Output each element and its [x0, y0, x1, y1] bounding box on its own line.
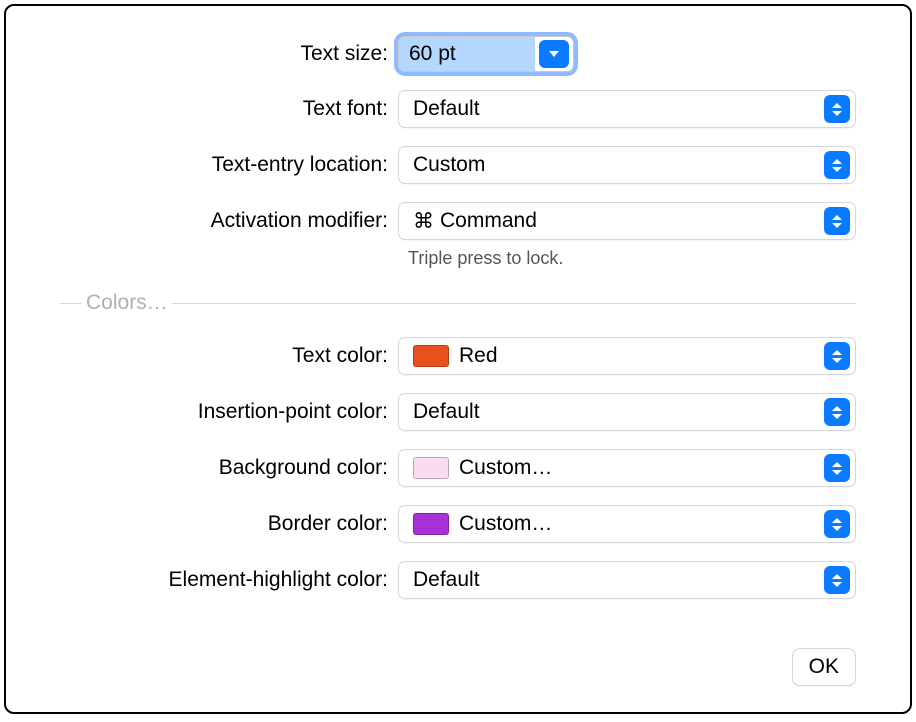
row-activation-modifier: Activation modifier: ⌘ Command — [60, 202, 856, 240]
element-highlight-color-popup[interactable]: Default — [398, 561, 856, 599]
command-icon: ⌘ — [413, 209, 434, 234]
text-color-value: Red — [459, 344, 855, 368]
colors-section-title: Colors… — [82, 291, 172, 315]
row-border-color: Border color: Custom… — [60, 505, 856, 543]
row-text-font: Text font: Default — [60, 90, 856, 128]
text-font-popup[interactable]: Default — [398, 90, 856, 128]
updown-icon — [824, 566, 850, 594]
label-text-entry-location: Text-entry location: — [60, 153, 398, 177]
updown-icon — [824, 510, 850, 538]
background-color-popup[interactable]: Custom… — [398, 449, 856, 487]
insertion-point-color-popup[interactable]: Default — [398, 393, 856, 431]
row-insertion-point-color: Insertion-point color: Default — [60, 393, 856, 431]
updown-icon — [824, 454, 850, 482]
background-color-value: Custom… — [459, 456, 855, 480]
updown-icon — [824, 95, 850, 123]
row-text-size: Text size: 60 pt — [60, 36, 856, 72]
label-text-size: Text size: — [60, 42, 398, 66]
label-text-font: Text font: — [60, 97, 398, 121]
chevron-down-icon — [549, 51, 559, 57]
label-background-color: Background color: — [60, 456, 398, 480]
text-entry-location-value: Custom — [413, 153, 855, 177]
border-color-value: Custom… — [459, 512, 855, 536]
label-insertion-point-color: Insertion-point color: — [60, 400, 398, 424]
border-color-popup[interactable]: Custom… — [398, 505, 856, 543]
updown-icon — [824, 207, 850, 235]
updown-icon — [824, 398, 850, 426]
text-size-value[interactable]: 60 pt — [399, 37, 535, 71]
text-color-popup[interactable]: Red — [398, 337, 856, 375]
activation-modifier-popup[interactable]: ⌘ Command — [398, 202, 856, 240]
activation-modifier-value: Command — [440, 209, 855, 233]
label-element-highlight-color: Element-highlight color: — [60, 568, 398, 592]
label-border-color: Border color: — [60, 512, 398, 536]
text-size-dropdown-button[interactable] — [539, 40, 569, 68]
label-text-color: Text color: — [60, 344, 398, 368]
text-size-combo[interactable]: 60 pt — [398, 36, 574, 72]
row-background-color: Background color: Custom… — [60, 449, 856, 487]
row-text-color: Text color: Red — [60, 337, 856, 375]
colors-section-header: Colors… — [60, 291, 856, 315]
insertion-point-color-value: Default — [413, 400, 855, 424]
row-element-highlight-color: Element-highlight color: Default — [60, 561, 856, 599]
text-color-swatch — [413, 345, 449, 367]
updown-icon — [824, 342, 850, 370]
updown-icon — [824, 151, 850, 179]
border-color-swatch — [413, 513, 449, 535]
background-color-swatch — [413, 457, 449, 479]
activation-hint: Triple press to lock. — [408, 248, 856, 269]
text-entry-location-popup[interactable]: Custom — [398, 146, 856, 184]
settings-panel: Text size: 60 pt Text font: Default Text… — [4, 4, 912, 714]
text-font-value: Default — [413, 97, 855, 121]
label-activation-modifier: Activation modifier: — [60, 209, 398, 233]
element-highlight-color-value: Default — [413, 568, 855, 592]
ok-button[interactable]: OK — [792, 648, 856, 686]
row-text-entry-location: Text-entry location: Custom — [60, 146, 856, 184]
